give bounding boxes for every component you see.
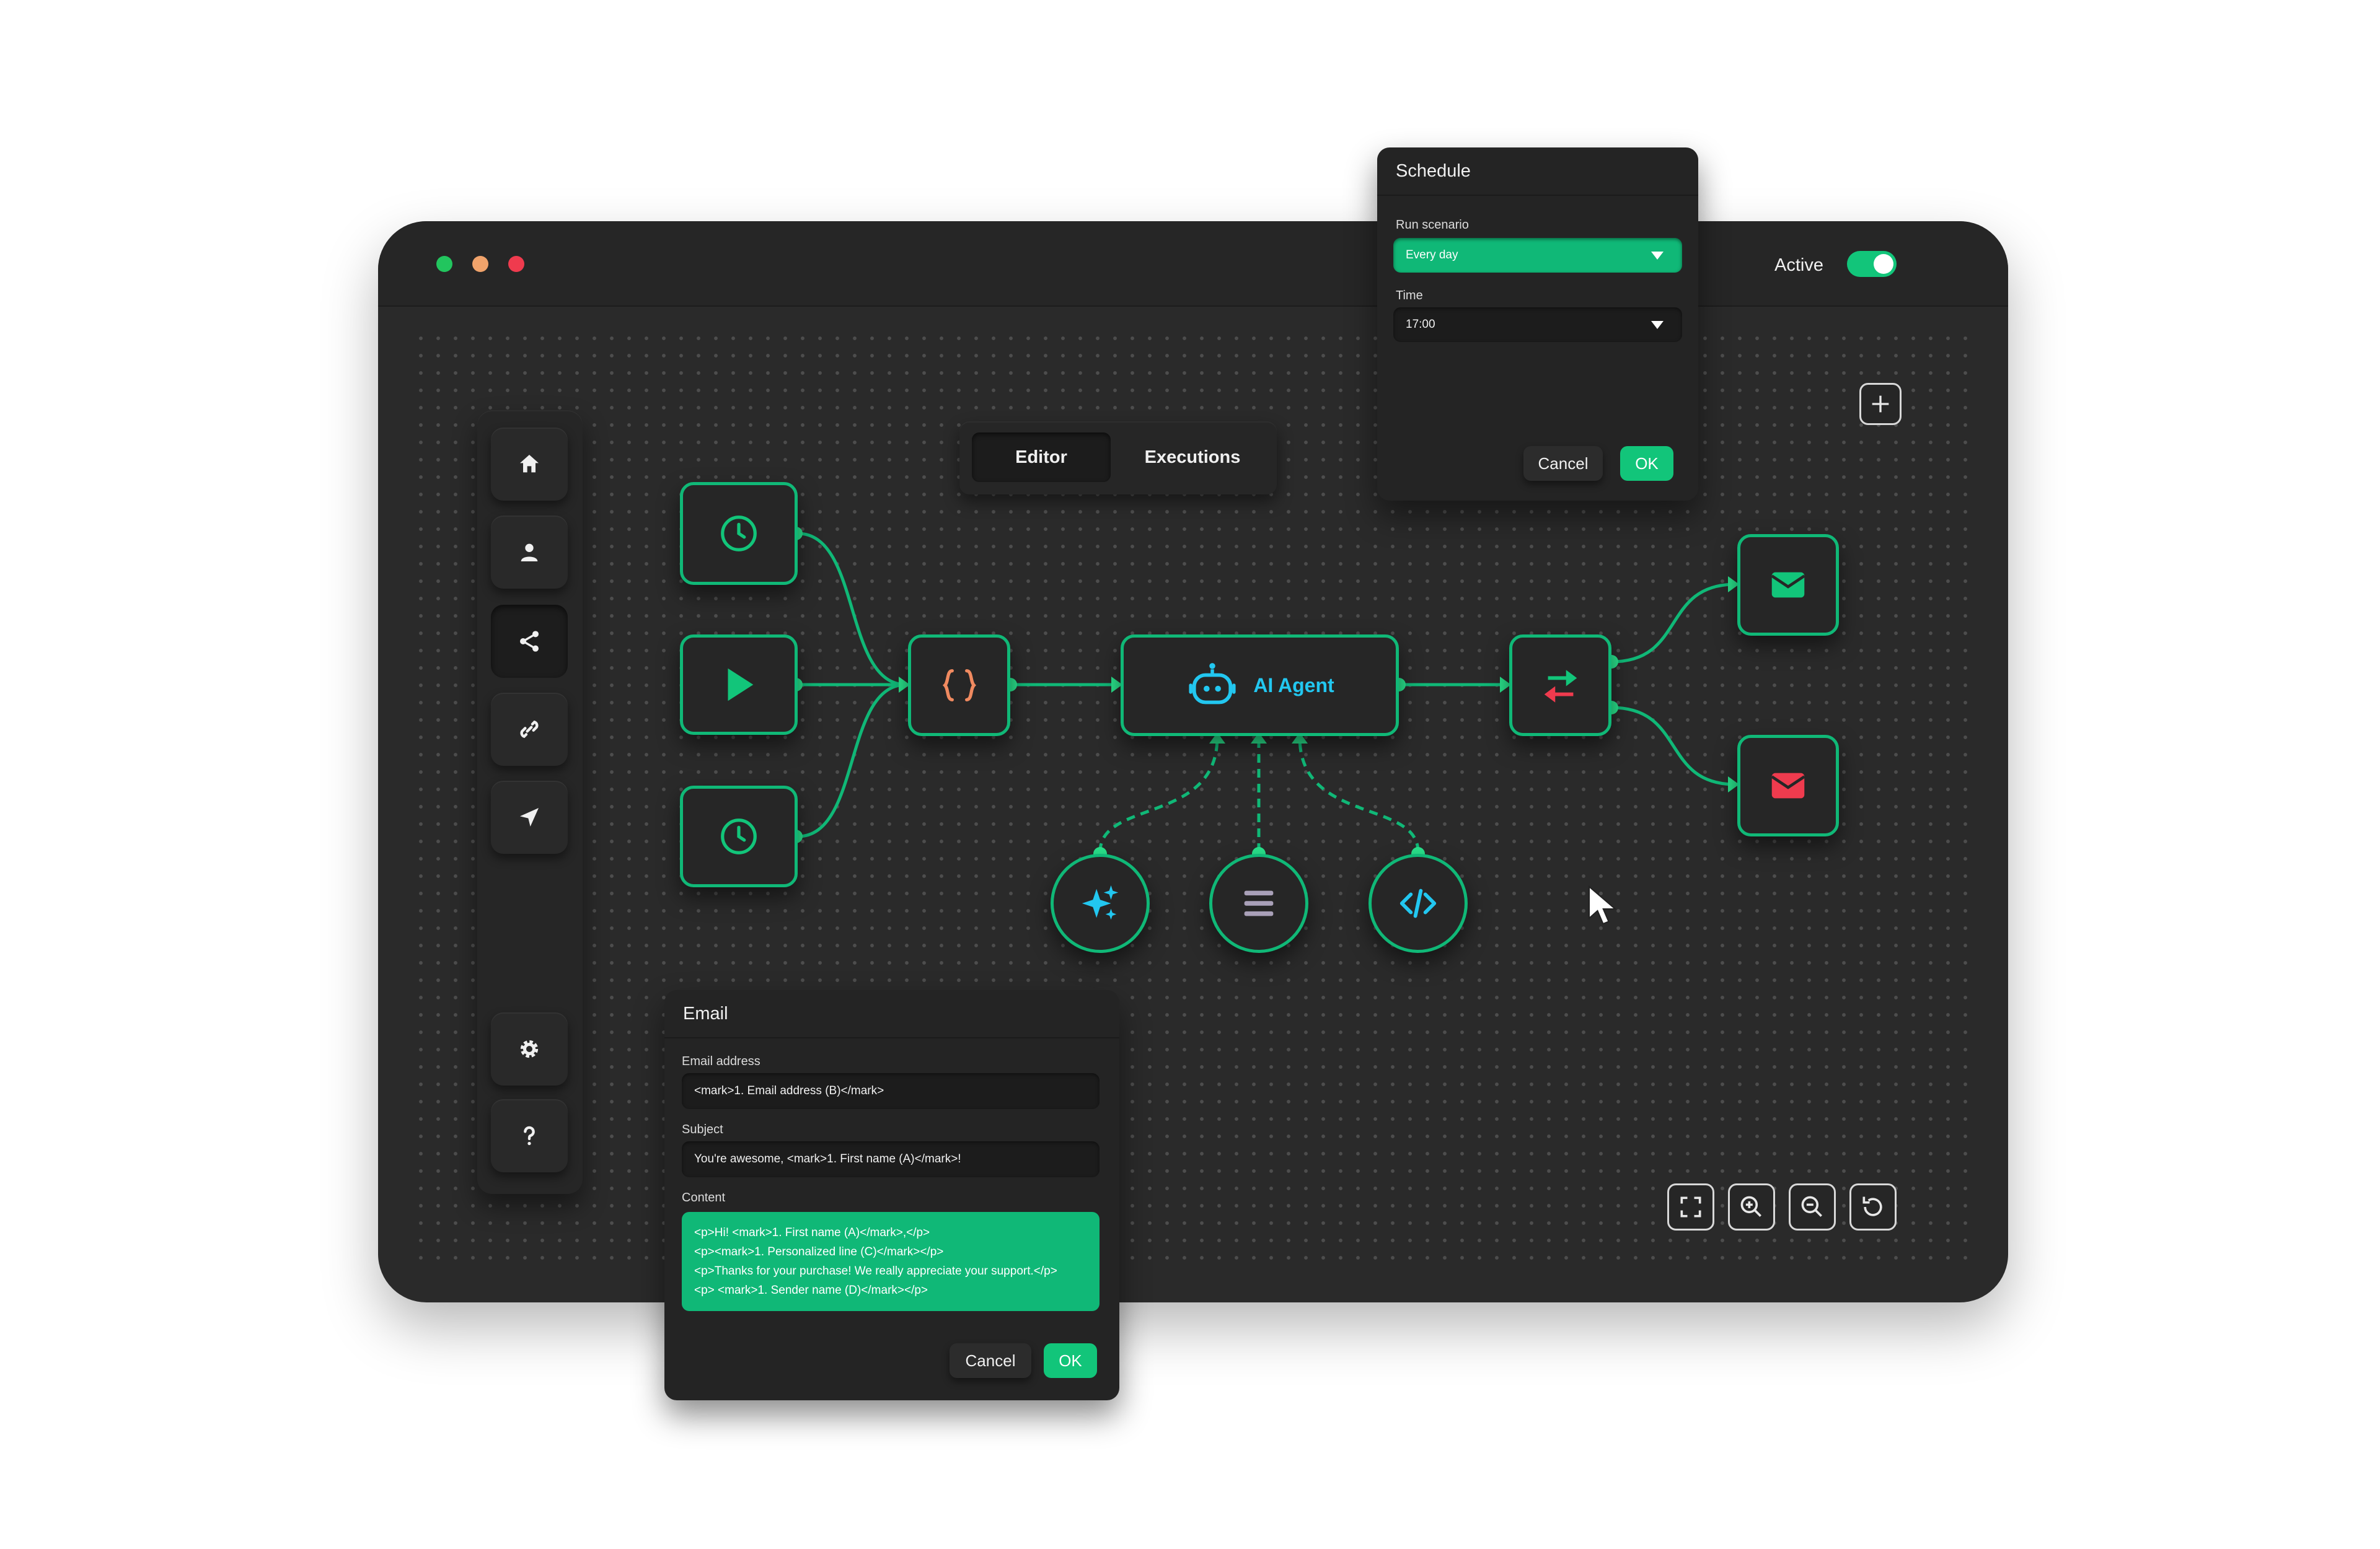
schedule-trigger-node[interactable] [680, 482, 798, 585]
clock-icon [721, 516, 757, 551]
sidebar-item-send[interactable] [491, 781, 568, 854]
plus-icon [1872, 395, 1889, 413]
email-address-label: Email address [682, 1055, 760, 1068]
tool-subnode[interactable] [1368, 854, 1468, 953]
code-node[interactable] [908, 634, 1010, 736]
send-email-node-error[interactable] [1737, 735, 1839, 836]
email-ok-button[interactable]: OK [1044, 1343, 1097, 1378]
memory-subnode[interactable] [1209, 854, 1308, 953]
content-line: <p> <mark>1. Sender name (D)</mark></p> [694, 1284, 928, 1297]
mouse-cursor-icon [1588, 885, 1617, 925]
sidebar-item-link[interactable] [491, 693, 568, 766]
content-line: <p><mark>1. Personalized line (C)</mark>… [694, 1245, 944, 1258]
content-editor[interactable]: <p>Hi! <mark>1. First name (A)</mark>,</… [682, 1212, 1100, 1311]
chat-model-subnode[interactable] [1051, 854, 1150, 953]
run-scenario-value: Every day [1406, 248, 1458, 261]
manual-trigger-node[interactable] [680, 634, 798, 735]
time-value: 17:00 [1406, 318, 1435, 331]
schedule-ok-button[interactable]: OK [1620, 446, 1673, 481]
chevron-down-icon [1651, 252, 1664, 260]
schedule-cancel-button[interactable]: Cancel [1523, 446, 1603, 481]
swap-arrows-icon [1544, 670, 1577, 703]
sidebar-item-home[interactable] [491, 428, 568, 501]
email-title: Email [664, 990, 1119, 1038]
link-icon [520, 720, 539, 739]
robot-icon [1189, 663, 1236, 704]
content-line: <p>Hi! <mark>1. First name (A)</mark>,</… [694, 1226, 930, 1239]
send-icon [520, 808, 539, 827]
schedule-panel: Schedule Run scenario Every day Time 17:… [1377, 147, 1698, 501]
subject-value: You're awesome, <mark>1. First name (A)<… [694, 1152, 961, 1165]
sidebar-item-settings[interactable] [491, 1012, 568, 1086]
time-label: Time [1396, 289, 1423, 302]
envelope-icon [1771, 572, 1805, 598]
gear-icon [520, 1040, 539, 1058]
code-braces-icon [942, 669, 976, 701]
ai-agent-node[interactable]: AI Agent [1121, 634, 1399, 736]
run-scenario-select[interactable]: Every day [1393, 238, 1682, 273]
ai-agent-label: AI Agent [1253, 674, 1334, 696]
workflow-connections [789, 527, 1739, 861]
email-panel: Email Email address <mark>1. Email addre… [664, 990, 1119, 1400]
sidebar [477, 410, 583, 1194]
sidebar-item-user[interactable] [491, 516, 568, 589]
tab-executions[interactable]: Executions [1118, 432, 1267, 482]
zoom-out-button[interactable] [1789, 1183, 1836, 1231]
subject-label: Subject [682, 1123, 723, 1136]
schedule-trigger-node-2[interactable] [680, 786, 798, 887]
home-icon [520, 455, 539, 473]
zoom-in-button[interactable] [1728, 1183, 1775, 1231]
chevron-down-icon [1651, 321, 1664, 329]
share-icon [520, 631, 539, 652]
zoom-out-icon [1801, 1196, 1822, 1217]
subject-field[interactable]: You're awesome, <mark>1. First name (A)<… [682, 1141, 1100, 1177]
content-label: Content [682, 1191, 726, 1205]
sidebar-item-help[interactable] [491, 1099, 568, 1172]
schedule-title: Schedule [1377, 147, 1698, 196]
email-address-field[interactable]: <mark>1. Email address (B)</mark> [682, 1073, 1100, 1109]
time-select[interactable]: 17:00 [1393, 307, 1682, 342]
zoom-in-icon [1740, 1196, 1761, 1217]
user-icon [521, 543, 538, 561]
send-email-node-success[interactable] [1737, 534, 1839, 636]
switch-node[interactable] [1509, 634, 1611, 736]
run-scenario-label: Run scenario [1396, 218, 1469, 232]
view-tabs: Editor Executions [959, 421, 1277, 494]
clock-icon [721, 818, 757, 854]
fit-screen-icon [1680, 1196, 1701, 1218]
sparkles-icon [1082, 885, 1119, 920]
reset-button[interactable] [1849, 1183, 1897, 1231]
tab-editor[interactable]: Editor [972, 432, 1111, 482]
email-cancel-button[interactable]: Cancel [950, 1343, 1031, 1378]
reset-icon [1862, 1196, 1882, 1216]
sidebar-item-share[interactable] [491, 605, 568, 678]
menu-lines-icon [1244, 890, 1274, 916]
code-tag-icon [1399, 889, 1437, 918]
help-icon [524, 1126, 535, 1146]
play-icon [728, 668, 754, 701]
email-address-value: <mark>1. Email address (B)</mark> [694, 1084, 884, 1097]
fit-screen-button[interactable] [1667, 1183, 1714, 1231]
content-line: <p>Thanks for your purchase! We really a… [694, 1265, 1057, 1278]
envelope-icon [1771, 773, 1805, 799]
add-node-button[interactable] [1859, 383, 1902, 425]
